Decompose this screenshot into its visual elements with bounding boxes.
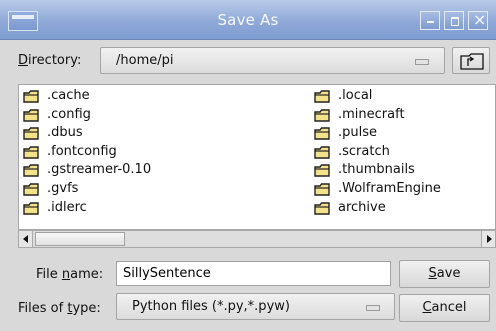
cancel-button[interactable]: Cancel [399, 294, 490, 322]
list-item-label: .minecraft [338, 106, 405, 122]
folder-icon [23, 201, 39, 219]
folder-icon [314, 164, 330, 181]
scroll-left-button[interactable] [19, 231, 33, 247]
folder-icon [314, 127, 330, 144]
minimize-button[interactable] [420, 11, 440, 30]
parent-directory-button[interactable] [452, 47, 490, 74]
list-item-label: .WolframEngine [338, 181, 441, 196]
folder-icon [314, 183, 330, 200]
filetype-dropdown[interactable]: Python files (*.py,*.pyw) [116, 293, 395, 320]
list-item-label: .cache [47, 88, 90, 103]
folder-icon [23, 183, 39, 200]
list-item-label: .config [47, 106, 91, 122]
folder-icon [314, 201, 330, 219]
list-item-label: .scratch [338, 143, 390, 159]
directory-dropdown[interactable]: /home/pi [100, 47, 445, 74]
folder-icon [314, 90, 330, 107]
list-item-label: .gstreamer-0.10 [47, 162, 152, 178]
folder-icon [314, 108, 330, 126]
filename-label: File name: [36, 267, 104, 282]
folder-icon [23, 127, 39, 144]
filetype-value: Python files (*.py,*.pyw) [132, 299, 290, 314]
folder-icon [23, 146, 39, 163]
maximize-button[interactable] [444, 11, 464, 30]
filename-input[interactable] [116, 261, 391, 286]
folder-icon [23, 90, 39, 107]
dropdown-arrow-icon [415, 59, 429, 65]
scroll-right-button[interactable] [481, 231, 495, 247]
horizontal-scrollbar[interactable] [18, 230, 496, 248]
folder-icon [23, 164, 39, 181]
list-item-label: .dbus [47, 125, 83, 141]
list-item-label: .fontconfig [47, 143, 117, 159]
list-item-label: .pulse [338, 125, 378, 141]
directory-value: /home/pi [116, 53, 174, 68]
list-item-label: .gvfs [47, 181, 79, 196]
save-as-dialog: Save As Directory: /home/pi .cache .confi… [0, 0, 496, 331]
list-item-label: .local [338, 88, 373, 103]
list-item-label: archive [338, 199, 386, 215]
list-item-label: .idlerc [47, 199, 87, 215]
list-item-label: .thumbnails [338, 162, 415, 178]
directory-label: Directory: [18, 53, 82, 68]
file-list[interactable]: .cache .config .dbus .fontconfig .gstreamer-… [18, 84, 496, 230]
folder-icon [314, 146, 330, 163]
close-button[interactable] [468, 10, 488, 30]
folder-up-icon [460, 53, 484, 70]
scroll-thumb[interactable] [35, 232, 125, 246]
dropdown-arrow-icon [366, 305, 380, 311]
title-bar[interactable]: Save As [0, 0, 496, 40]
filetype-label: Files of type: [18, 301, 101, 316]
folder-icon [23, 108, 39, 126]
save-button[interactable]: Save [399, 260, 490, 288]
